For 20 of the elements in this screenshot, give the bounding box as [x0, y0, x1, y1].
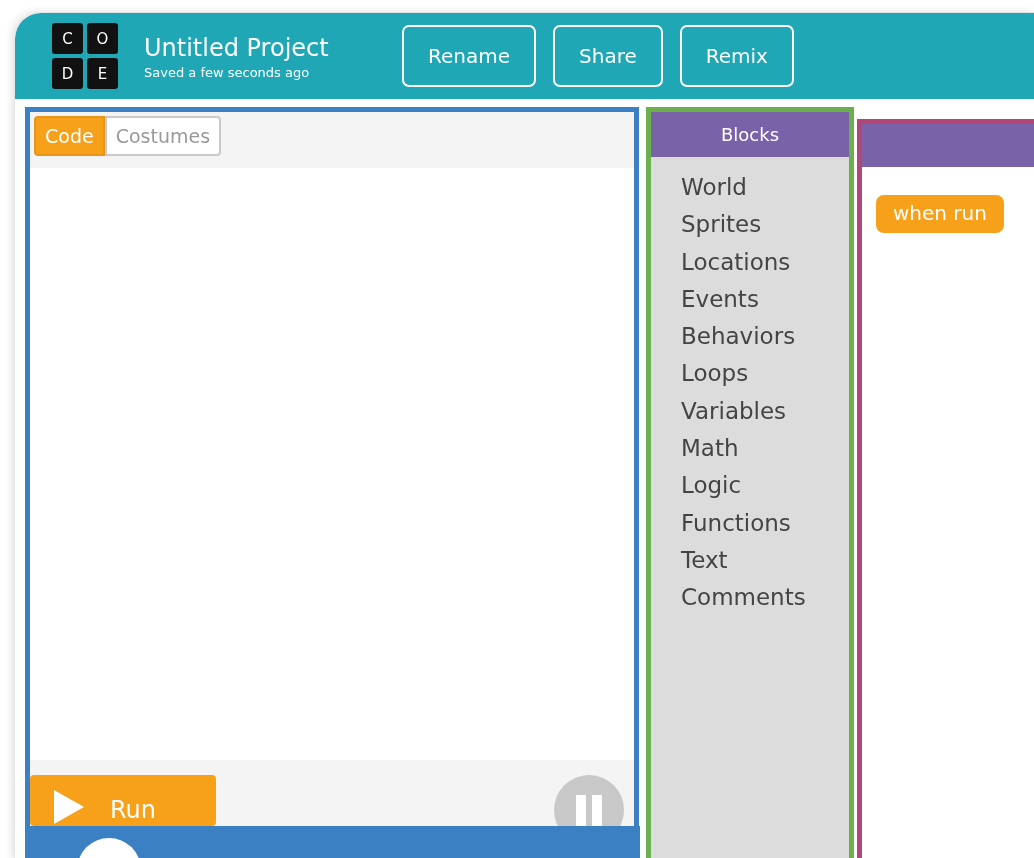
category-item[interactable]: Locations — [681, 243, 849, 281]
category-item[interactable]: Loops — [681, 355, 849, 393]
logo-letter: C — [52, 23, 83, 54]
category-item[interactable]: World — [681, 169, 849, 207]
category-item[interactable]: Logic — [681, 467, 849, 505]
save-status: Saved a few seconds ago — [144, 64, 311, 80]
logo-letter: D — [52, 58, 83, 89]
category-item[interactable]: Variables — [681, 392, 849, 431]
category-item[interactable]: Behaviors — [681, 318, 849, 356]
play-icon — [54, 790, 84, 824]
category-item[interactable]: Text — [681, 541, 849, 580]
project-title: Untitled Project — [144, 32, 330, 63]
category-item[interactable]: Events — [681, 280, 849, 319]
category-item[interactable]: Math — [681, 430, 849, 468]
category-item[interactable]: Functions — [681, 504, 849, 542]
logo-letter: E — [87, 58, 118, 89]
category-item[interactable]: Comments — [681, 579, 849, 617]
toolbox-header: Blocks — [651, 112, 849, 157]
category-item[interactable]: Sprites — [681, 206, 849, 244]
logo-letter: O — [87, 23, 118, 54]
